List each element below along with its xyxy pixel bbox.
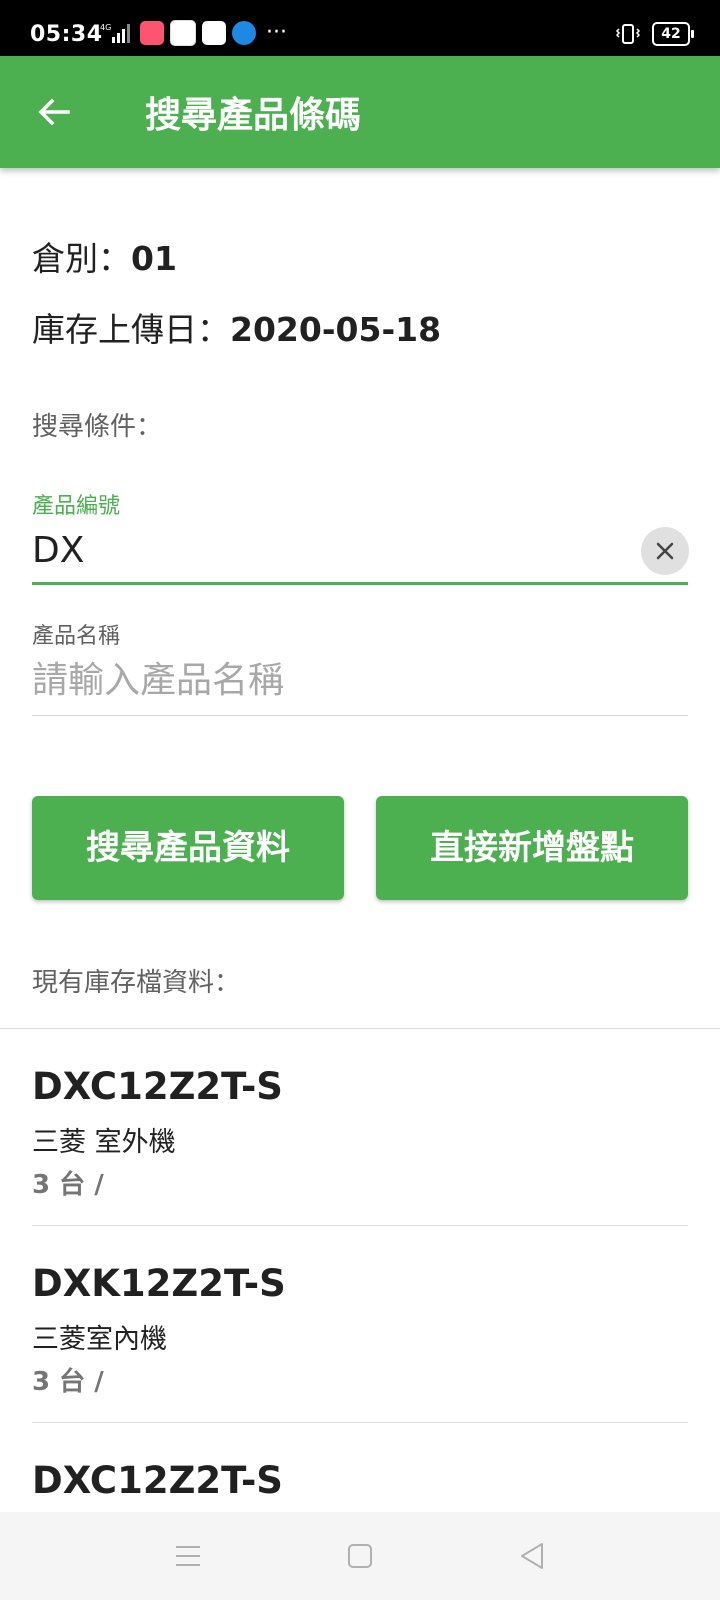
warehouse-info: 倉別：01 [32, 232, 177, 280]
upload-date-info: 庫存上傳日：2020-05-18 [32, 303, 441, 351]
battery-icon: 42 [652, 22, 694, 46]
more-notifications-icon: ··· [266, 20, 287, 45]
health-app-icon [170, 20, 196, 46]
search-product-button[interactable]: 搜尋產品資料 [32, 796, 344, 900]
product-name-label: 產品名稱 [32, 624, 121, 649]
upload-date-label: 庫存上傳日： [32, 310, 230, 349]
back-arrow-icon[interactable] [34, 92, 74, 132]
product-name-underline [32, 715, 688, 716]
vibrate-icon [615, 24, 641, 44]
product-name-input[interactable] [32, 655, 688, 705]
product-name: 三菱 室外機 [32, 1127, 176, 1158]
list-item[interactable]: DXC12Z2T-S 三菱 室外機 3 台 / [0, 1029, 720, 1226]
existing-inventory-label: 現有庫存檔資料： [32, 968, 241, 998]
svg-text:4G: 4G [100, 23, 111, 32]
app-bar: 搜尋產品條碼 [0, 56, 720, 168]
notification-app-icon [140, 21, 164, 45]
page-title: 搜尋產品條碼 [145, 95, 362, 136]
product-quantity: 3 台 / [32, 1170, 104, 1200]
signal-4g-icon: 4G [100, 23, 130, 43]
warehouse-label: 倉別： [32, 239, 131, 278]
system-nav-bar [0, 1512, 720, 1600]
close-icon [656, 542, 674, 560]
product-name: 三菱室內機 [32, 1324, 167, 1355]
clear-button[interactable] [641, 527, 689, 575]
home-icon[interactable] [345, 1541, 375, 1571]
colorful-app-icon [202, 21, 226, 45]
status-bar: 05:34 4G ··· 42 [0, 0, 720, 56]
product-number-label: 產品編號 [32, 494, 121, 519]
product-code: DXC12Z2T-S [32, 1065, 283, 1108]
back-triangle-icon[interactable] [517, 1541, 547, 1571]
upload-date-value: 2020-05-18 [230, 310, 442, 349]
status-icons: 4G ··· [100, 20, 287, 46]
product-number-underline [32, 582, 688, 585]
status-time: 05:34 [30, 22, 103, 47]
product-number-input[interactable] [32, 525, 612, 575]
warehouse-value: 01 [131, 239, 177, 278]
info-app-icon [232, 21, 256, 45]
search-criteria-label: 搜尋條件： [32, 412, 163, 442]
list-item[interactable]: DXK12Z2T-S 三菱室內機 3 台 / [0, 1226, 720, 1423]
product-code: DXC12Z2T-S [32, 1459, 283, 1502]
menu-icon[interactable] [173, 1541, 203, 1571]
add-inventory-button[interactable]: 直接新增盤點 [376, 796, 688, 900]
product-code: DXK12Z2T-S [32, 1262, 286, 1305]
product-quantity: 3 台 / [32, 1367, 104, 1397]
